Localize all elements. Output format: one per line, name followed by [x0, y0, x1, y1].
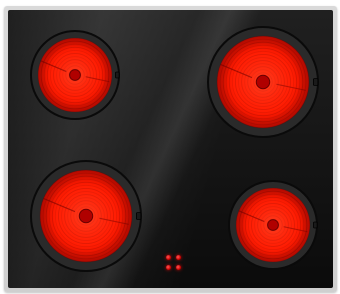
- control-indicator-bottom-left: [166, 265, 171, 270]
- burner-front-right: [228, 180, 318, 270]
- control-indicator-bottom-right: [176, 265, 181, 270]
- burner-rear-right: [207, 26, 319, 138]
- cooktop-image: [0, 0, 340, 294]
- control-indicator-top-left: [166, 255, 171, 260]
- burner-front-left: [30, 160, 142, 272]
- control-indicator-top-right: [176, 255, 181, 260]
- burner-rear-left: [30, 30, 120, 120]
